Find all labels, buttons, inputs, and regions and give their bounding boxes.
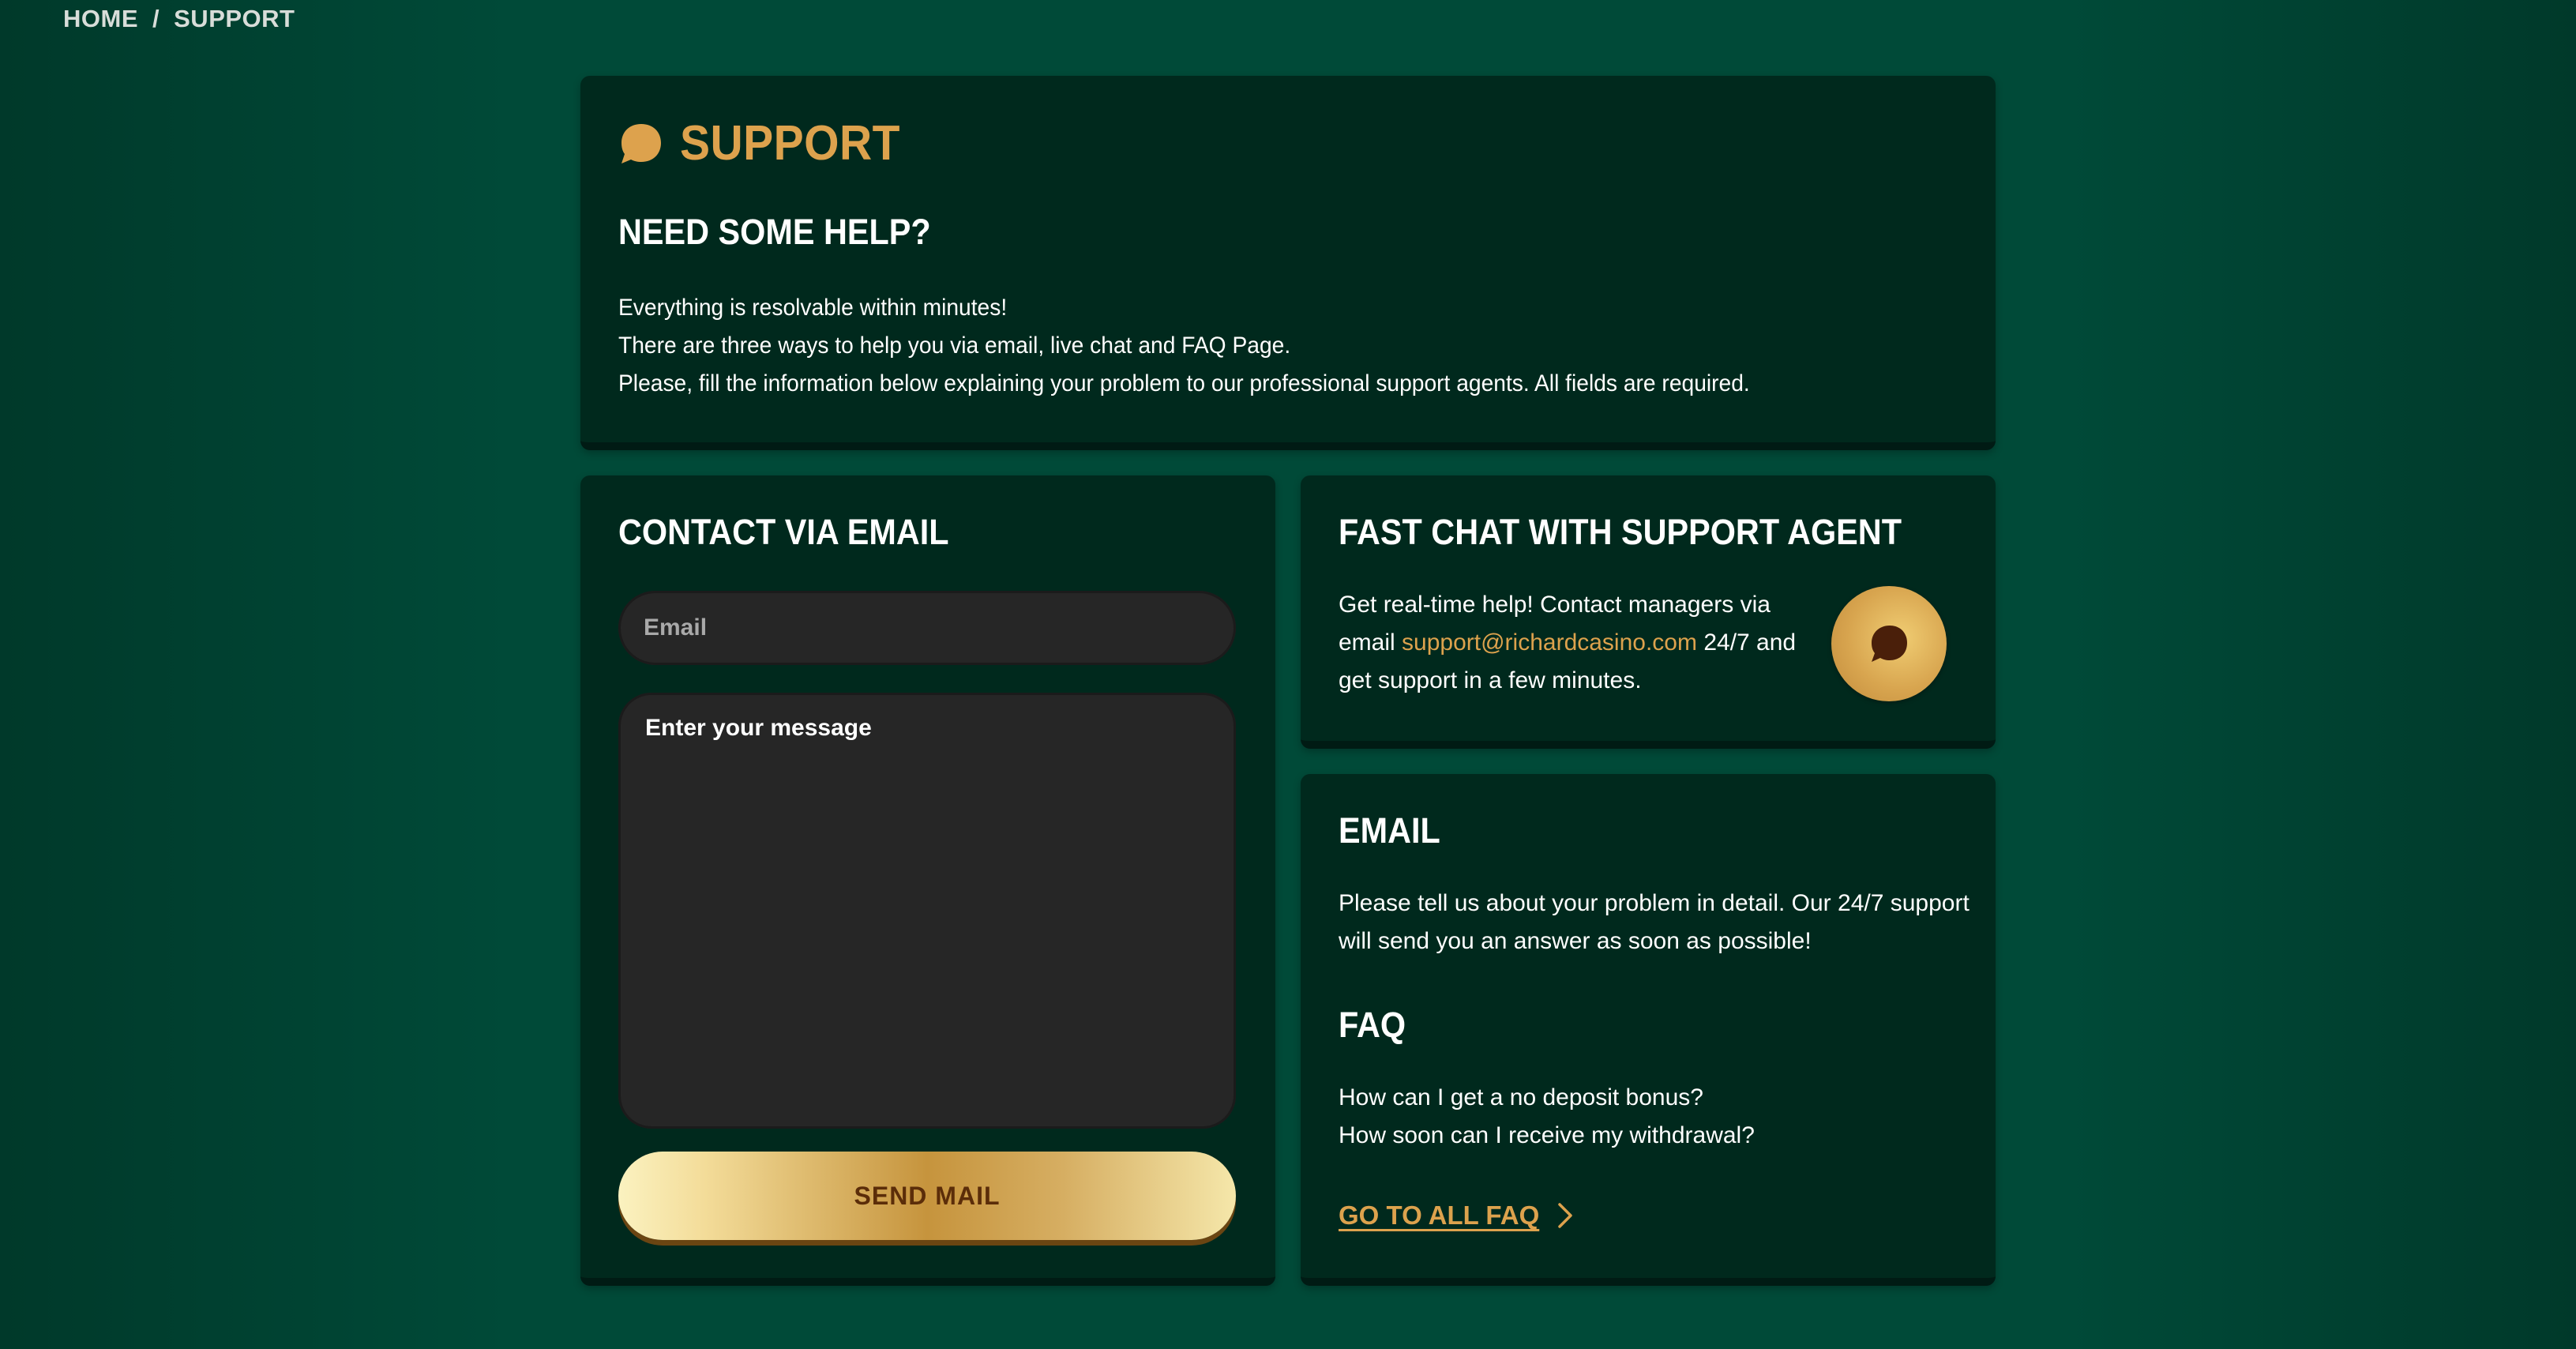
faq-question[interactable]: How can I get a no deposit bonus? (1339, 1079, 1755, 1117)
support-intro-panel: SUPPORT NEED SOME HELP? Everything is re… (580, 76, 1996, 450)
chat-bubble-icon (621, 123, 661, 163)
email-faq-panel: EMAIL Please tell us about your problem … (1301, 774, 1996, 1286)
chat-heading: FAST CHAT WITH SUPPORT AGENT (1339, 512, 1902, 552)
breadcrumb-home[interactable]: HOME (63, 5, 138, 33)
contact-heading: CONTACT VIA EMAIL (618, 512, 949, 552)
email-heading: EMAIL (1339, 810, 1440, 851)
chat-text: Get real-time help! Contact managers via… (1339, 586, 1797, 700)
faq-question[interactable]: How soon can I receive my withdrawal? (1339, 1117, 1755, 1155)
faq-heading: FAQ (1339, 1005, 1406, 1045)
fast-chat-panel: FAST CHAT WITH SUPPORT AGENT Get real-ti… (1301, 475, 1996, 749)
faq-list: How can I get a no deposit bonus? How so… (1339, 1079, 1755, 1155)
breadcrumb-separator: / (152, 5, 160, 32)
breadcrumb: HOME / SUPPORT (63, 5, 295, 33)
page-title-text: SUPPORT (680, 116, 900, 171)
send-mail-button[interactable]: SEND MAIL (618, 1152, 1236, 1240)
help-heading: NEED SOME HELP? (618, 212, 931, 252)
support-email-link[interactable]: support@richardcasino.com (1402, 629, 1697, 656)
breadcrumb-current: SUPPORT (174, 5, 295, 32)
all-faq-link[interactable]: GO TO ALL FAQ (1339, 1201, 1574, 1231)
intro-text: Everything is resolvable within minutes!… (618, 289, 1822, 403)
email-description: Please tell us about your problem in det… (1339, 890, 1970, 954)
chat-bubble-icon (1872, 626, 1907, 662)
message-field[interactable] (618, 693, 1236, 1129)
open-chat-button[interactable] (1831, 586, 1947, 701)
intro-line: Please, fill the information below expla… (618, 370, 1750, 396)
intro-line: Everything is resolvable within minutes! (618, 295, 1008, 321)
contact-email-panel: CONTACT VIA EMAIL SEND MAIL (580, 475, 1275, 1286)
intro-line: There are three ways to help you via ema… (618, 333, 1291, 359)
all-faq-label: GO TO ALL FAQ (1339, 1201, 1540, 1230)
email-field[interactable] (618, 591, 1236, 665)
page-title: SUPPORT (618, 115, 919, 171)
chevron-right-icon (1558, 1203, 1572, 1228)
